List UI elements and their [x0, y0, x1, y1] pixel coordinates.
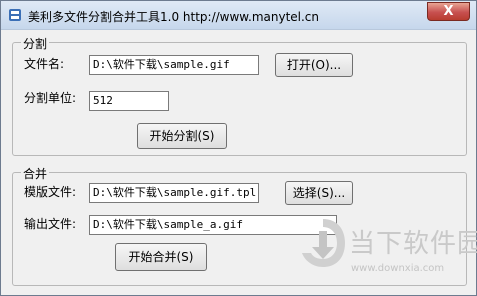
split-unit-field[interactable]: 512	[89, 91, 169, 111]
window-title: 美利多文件分割合并工具1.0 http://www.manytel.cn	[28, 10, 320, 24]
select-button[interactable]: 选择(S)...	[285, 181, 353, 205]
app-icon	[9, 9, 21, 21]
start-merge-button[interactable]: 开始合并(S)	[115, 243, 207, 271]
watermark: 当下软件园 www.downxia.com	[299, 217, 477, 283]
merge-group-legend: 合并	[21, 165, 50, 182]
template-file-label: 模版文件:	[24, 185, 77, 199]
open-button[interactable]: 打开(O)...	[275, 53, 353, 77]
watermark-url: www.downxia.com	[351, 263, 445, 274]
file-name-label: 文件名:	[24, 57, 65, 71]
template-file-field[interactable]: D:\软件下载\sample.gif.tpl	[89, 183, 259, 203]
start-merge-button-label: 开始合并(S)	[128, 250, 194, 264]
start-split-button-label: 开始分割(S)	[149, 129, 215, 143]
split-group: 分割 文件名: D:\软件下载\sample.gif 打开(O)... 分割单位…	[12, 35, 467, 156]
start-split-button[interactable]: 开始分割(S)	[137, 123, 227, 149]
downxia-logo-icon	[302, 219, 345, 267]
file-name-field[interactable]: D:\软件下载\sample.gif	[89, 55, 259, 75]
split-group-legend: 分割	[21, 35, 50, 52]
title-bar[interactable]: 美利多文件分割合并工具1.0 http://www.manytel.cn X	[1, 1, 476, 30]
split-unit-label: 分割单位:	[24, 91, 77, 105]
open-button-label: 打开(O)...	[286, 58, 342, 72]
output-file-label: 输出文件:	[24, 217, 77, 231]
watermark-brand-text: 当下软件园	[349, 229, 477, 259]
app-window: 美利多文件分割合并工具1.0 http://www.manytel.cn X 分…	[0, 0, 477, 296]
select-button-label: 选择(S)...	[292, 186, 346, 200]
close-button[interactable]: X	[427, 2, 470, 21]
close-icon: X	[443, 4, 454, 19]
